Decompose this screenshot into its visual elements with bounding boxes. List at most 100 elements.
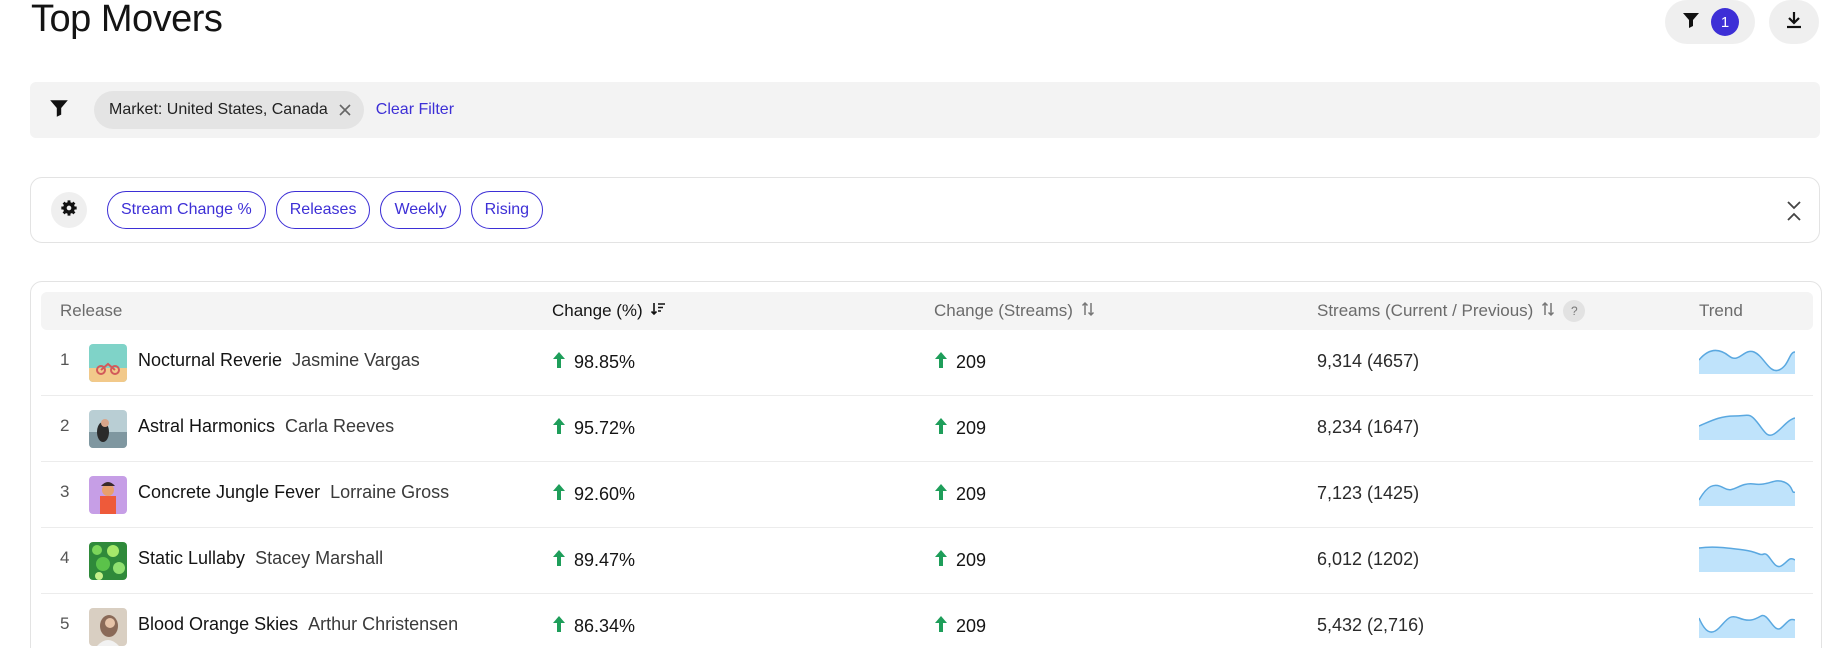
column-label: Change (%)	[552, 301, 643, 320]
filter-icon	[1681, 10, 1701, 35]
change-streams-cell: 209	[934, 351, 986, 374]
rank: 1	[60, 350, 70, 369]
release-title-cell[interactable]: Static Lullaby Stacey Marshall	[138, 548, 383, 569]
table-row[interactable]: 2 Astral Harmonics Carla Reeves 95.72% 20…	[41, 396, 1813, 462]
header-actions: 1	[1665, 0, 1819, 44]
column-label: Trend	[1699, 301, 1743, 320]
change-pct: 95.72%	[574, 418, 636, 438]
arrow-up-icon	[934, 483, 948, 506]
change-streams: 209	[956, 616, 987, 636]
trend-sparkline	[1698, 344, 1796, 374]
trend-sparkline	[1698, 410, 1796, 440]
arrow-up-icon	[552, 549, 566, 572]
release-artwork	[89, 608, 127, 646]
artist-name: Carla Reeves	[285, 416, 395, 436]
table-row[interactable]: 3 Concrete Jungle Fever Lorraine Gross 92…	[41, 462, 1813, 528]
tag-rising[interactable]: Rising	[470, 191, 544, 229]
page-title: Top Movers	[31, 0, 223, 40]
tag-stream-change[interactable]: Stream Change %	[107, 191, 266, 229]
arrow-up-icon	[934, 615, 948, 638]
column-header-trend: Trend	[1699, 292, 1743, 330]
arrow-up-icon	[552, 615, 566, 638]
artist-name: Lorraine Gross	[330, 482, 450, 502]
change-pct-cell: 98.85%	[552, 351, 635, 374]
column-label: Streams (Current / Previous)	[1317, 301, 1534, 320]
release-title: Astral Harmonics	[138, 416, 276, 436]
release-artwork	[89, 410, 127, 448]
help-icon[interactable]: ?	[1563, 300, 1586, 322]
filter-chip-label: Market: United States, Canada	[109, 101, 328, 118]
release-title-cell[interactable]: Astral Harmonics Carla Reeves	[138, 416, 394, 437]
market-filter-chip[interactable]: Market: United States, Canada	[94, 91, 364, 129]
tag-weekly[interactable]: Weekly	[380, 191, 461, 229]
column-label: Change (Streams)	[934, 301, 1073, 320]
table-row[interactable]: 1 Nocturnal Reverie Jasmine Vargas 98.85%…	[41, 330, 1813, 396]
streams-current-previous: 6,012 (1202)	[1317, 549, 1420, 569]
streams-current-previous: 8,234 (1647)	[1317, 417, 1420, 437]
table-row[interactable]: 4 Static Lullaby Stacey Marshall 89.47% 2…	[41, 528, 1813, 594]
release-title: Static Lullaby	[138, 548, 246, 568]
column-label: Release	[60, 301, 123, 320]
change-streams: 209	[956, 418, 987, 438]
arrow-up-icon	[934, 417, 948, 440]
release-title: Concrete Jungle Fever	[138, 482, 321, 502]
release-artwork	[89, 344, 127, 382]
release-title: Blood Orange Skies	[138, 614, 299, 634]
arrow-up-icon	[552, 351, 566, 374]
artist-name: Stacey Marshall	[255, 548, 384, 568]
active-filters-bar: Market: United States, Canada Clear Filt…	[30, 82, 1820, 138]
change-pct-cell: 89.47%	[552, 549, 635, 572]
trend-sparkline	[1698, 476, 1796, 506]
release-title: Nocturnal Reverie	[138, 350, 283, 370]
download-button[interactable]	[1769, 0, 1819, 44]
change-streams-cell: 209	[934, 483, 986, 506]
artist-name: Jasmine Vargas	[292, 350, 420, 370]
column-header-release[interactable]: Release	[60, 292, 122, 330]
settings-button[interactable]	[51, 192, 87, 228]
rank: 4	[60, 548, 70, 567]
rank: 5	[60, 614, 70, 633]
trend-sparkline	[1698, 608, 1796, 638]
rank: 2	[60, 416, 70, 435]
filter-toggle-button[interactable]: 1	[1665, 0, 1755, 44]
clear-filter-link[interactable]: Clear Filter	[376, 101, 454, 119]
change-pct: 98.85%	[574, 352, 636, 372]
streams-current-previous: 7,123 (1425)	[1317, 483, 1420, 503]
table-header: Release Change (%) Change (Streams) Stre…	[41, 292, 1813, 330]
release-artwork	[89, 542, 127, 580]
release-title-cell[interactable]: Blood Orange Skies Arthur Christensen	[138, 614, 458, 635]
rank: 3	[60, 482, 70, 501]
collapse-icon[interactable]	[1785, 200, 1803, 227]
table-row[interactable]: 5 Blood Orange Skies Arthur Christensen 8…	[41, 594, 1813, 648]
gear-icon	[60, 199, 78, 222]
artist-name: Arthur Christensen	[308, 614, 459, 634]
change-streams-cell: 209	[934, 549, 986, 572]
filter-icon	[48, 97, 70, 124]
filter-count-badge: 1	[1711, 8, 1739, 36]
download-icon	[1784, 10, 1804, 35]
change-streams: 209	[956, 352, 987, 372]
arrow-up-icon	[552, 483, 566, 506]
change-pct: 89.47%	[574, 550, 636, 570]
top-movers-table: Release Change (%) Change (Streams) Stre…	[30, 281, 1822, 648]
change-streams: 209	[956, 484, 987, 504]
release-title-cell[interactable]: Concrete Jungle Fever Lorraine Gross	[138, 482, 449, 503]
remove-filter-icon[interactable]	[338, 103, 352, 117]
change-streams-cell: 209	[934, 615, 986, 638]
column-header-streams[interactable]: Streams (Current / Previous) ?	[1317, 292, 1586, 330]
sort-icon	[1080, 301, 1096, 322]
sort-descending-icon	[650, 301, 666, 322]
streams-current-previous: 5,432 (2,716)	[1317, 615, 1425, 635]
sort-icon	[1540, 301, 1556, 322]
arrow-up-icon	[934, 351, 948, 374]
tag-releases[interactable]: Releases	[275, 191, 371, 229]
release-title-cell[interactable]: Nocturnal Reverie Jasmine Vargas	[138, 350, 420, 371]
change-pct-cell: 95.72%	[552, 417, 635, 440]
change-pct: 86.34%	[574, 616, 636, 636]
column-header-change-pct[interactable]: Change (%)	[552, 292, 666, 330]
change-streams: 209	[956, 550, 987, 570]
change-pct-cell: 86.34%	[552, 615, 635, 638]
column-header-change-streams[interactable]: Change (Streams)	[934, 292, 1096, 330]
change-streams-cell: 209	[934, 417, 986, 440]
release-artwork	[89, 476, 127, 514]
